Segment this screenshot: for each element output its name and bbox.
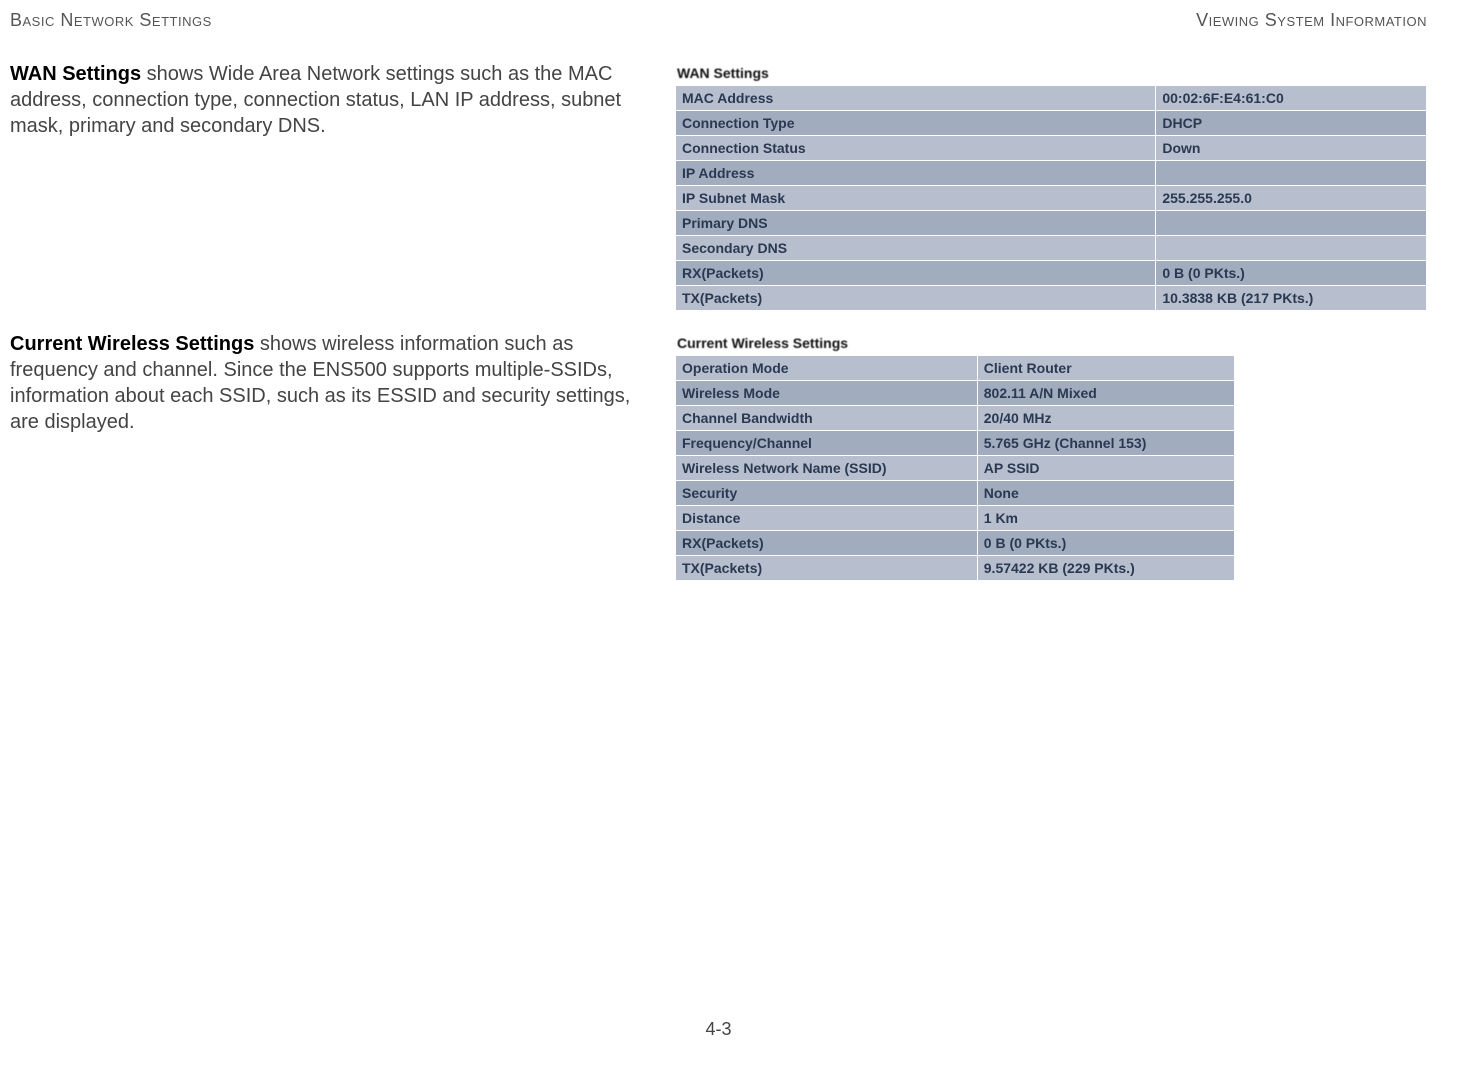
wan-value: 00:02:6F:E4:61:C0 <box>1156 86 1426 110</box>
wan-value: 10.3838 KB (217 PKts.) <box>1156 286 1426 310</box>
wireless-value: 802.11 A/N Mixed <box>978 381 1234 405</box>
page: Basic Network Settings Viewing System In… <box>0 0 1457 1090</box>
wan-label: IP Address <box>676 161 1155 185</box>
wireless-label: Distance <box>676 506 977 530</box>
wireless-heading: Current Wireless Settings <box>10 333 254 355</box>
wireless-value: 20/40 MHz <box>978 406 1234 430</box>
wireless-section-text: Current Wireless Settings shows wireless… <box>10 331 675 435</box>
table-row: MAC Address00:02:6F:E4:61:C0 <box>676 86 1426 110</box>
table-row: IP Subnet Mask255.255.255.0 <box>676 186 1426 210</box>
wan-label: RX(Packets) <box>676 261 1155 285</box>
table-row: Connection StatusDown <box>676 136 1426 160</box>
table-row: TX(Packets)10.3838 KB (217 PKts.) <box>676 286 1426 310</box>
wan-section-text: WAN Settings shows Wide Area Network set… <box>10 61 675 139</box>
page-number: 4-3 <box>705 1019 731 1039</box>
wan-label: MAC Address <box>676 86 1155 110</box>
wan-value <box>1156 211 1426 235</box>
table-row: Connection TypeDHCP <box>676 111 1426 135</box>
wan-value: Down <box>1156 136 1426 160</box>
wan-label: TX(Packets) <box>676 286 1155 310</box>
table-row: Wireless Mode802.11 A/N Mixed <box>676 381 1234 405</box>
wireless-label: Wireless Mode <box>676 381 977 405</box>
table-row: Primary DNS <box>676 211 1426 235</box>
table-row: RX(Packets)0 B (0 PKts.) <box>676 261 1426 285</box>
wan-value: 0 B (0 PKts.) <box>1156 261 1426 285</box>
table-row: Operation ModeClient Router <box>676 356 1234 380</box>
wireless-label: Security <box>676 481 977 505</box>
wireless-value: 1 Km <box>978 506 1234 530</box>
table-row: RX(Packets)0 B (0 PKts.) <box>676 531 1234 555</box>
wireless-label: Wireless Network Name (SSID) <box>676 456 977 480</box>
wireless-value: 9.57422 KB (229 PKts.) <box>978 556 1234 580</box>
header-left: Basic Network Settings <box>10 10 212 31</box>
table-row: Frequency/Channel5.765 GHz (Channel 153) <box>676 431 1234 455</box>
table-row: Channel Bandwidth20/40 MHz <box>676 406 1234 430</box>
wan-value: DHCP <box>1156 111 1426 135</box>
wireless-value: None <box>978 481 1234 505</box>
wan-table: MAC Address00:02:6F:E4:61:C0 Connection … <box>675 85 1427 311</box>
wireless-label: TX(Packets) <box>676 556 977 580</box>
page-header: Basic Network Settings Viewing System In… <box>10 10 1427 31</box>
wireless-value: 0 B (0 PKts.) <box>978 531 1234 555</box>
table-row: SecurityNone <box>676 481 1234 505</box>
wireless-label: Channel Bandwidth <box>676 406 977 430</box>
wan-heading: WAN Settings <box>10 63 141 85</box>
wireless-table: Operation ModeClient Router Wireless Mod… <box>675 355 1235 581</box>
wan-label: IP Subnet Mask <box>676 186 1155 210</box>
wan-label: Secondary DNS <box>676 236 1155 260</box>
wan-figure: WAN Settings MAC Address00:02:6F:E4:61:C… <box>675 61 1427 311</box>
wireless-label: Operation Mode <box>676 356 977 380</box>
wireless-value: AP SSID <box>978 456 1234 480</box>
wireless-section: Current Wireless Settings shows wireless… <box>10 331 1427 581</box>
wan-panel-title: WAN Settings <box>677 65 1427 81</box>
wireless-value: Client Router <box>978 356 1234 380</box>
header-right: Viewing System Information <box>1196 10 1427 31</box>
wireless-figure: Current Wireless Settings Operation Mode… <box>675 331 1235 581</box>
wan-value <box>1156 236 1426 260</box>
content: WAN Settings shows Wide Area Network set… <box>10 61 1427 1019</box>
wan-label: Connection Status <box>676 136 1155 160</box>
wireless-label: Frequency/Channel <box>676 431 977 455</box>
wan-label: Primary DNS <box>676 211 1155 235</box>
wan-value: 255.255.255.0 <box>1156 186 1426 210</box>
table-row: Wireless Network Name (SSID)AP SSID <box>676 456 1234 480</box>
page-footer: 4-3 <box>10 1019 1427 1050</box>
table-row: IP Address <box>676 161 1426 185</box>
wan-value <box>1156 161 1426 185</box>
wireless-panel-title: Current Wireless Settings <box>677 335 1235 351</box>
wan-label: Connection Type <box>676 111 1155 135</box>
wan-section: WAN Settings shows Wide Area Network set… <box>10 61 1427 311</box>
table-row: Distance1 Km <box>676 506 1234 530</box>
table-row: Secondary DNS <box>676 236 1426 260</box>
table-row: TX(Packets)9.57422 KB (229 PKts.) <box>676 556 1234 580</box>
wireless-label: RX(Packets) <box>676 531 977 555</box>
wireless-value: 5.765 GHz (Channel 153) <box>978 431 1234 455</box>
